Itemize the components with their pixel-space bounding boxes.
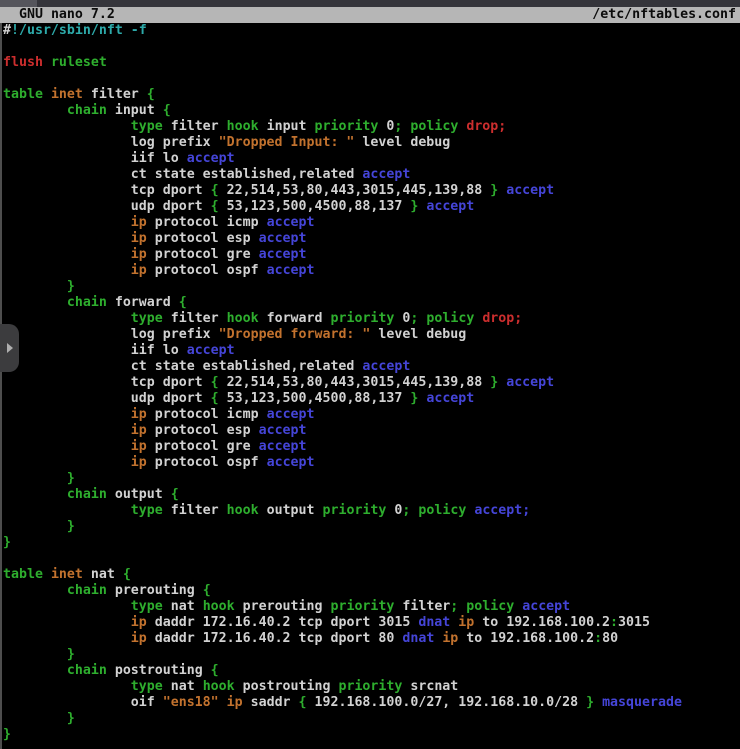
- sidebar-toggle-handle[interactable]: [0, 324, 19, 372]
- code-line[interactable]: type filter hook output priority 0; poli…: [3, 503, 740, 519]
- code-line[interactable]: chain postrouting {: [3, 663, 740, 679]
- code-line[interactable]: ct state established,related accept: [3, 167, 740, 183]
- chevron-right-icon: [7, 343, 13, 353]
- code-line[interactable]: #!/usr/sbin/nft -f: [3, 23, 740, 39]
- code-line[interactable]: }: [3, 711, 740, 727]
- code-line[interactable]: ct state established,related accept: [3, 359, 740, 375]
- code-line[interactable]: [3, 39, 740, 55]
- code-line[interactable]: ip protocol esp accept: [3, 423, 740, 439]
- code-line[interactable]: }: [3, 647, 740, 663]
- code-line[interactable]: [3, 551, 740, 567]
- code-line[interactable]: ip protocol gre accept: [3, 247, 740, 263]
- code-line[interactable]: type filter hook input priority 0; polic…: [3, 119, 740, 135]
- code-line[interactable]: ip protocol esp accept: [3, 231, 740, 247]
- code-line[interactable]: ip protocol gre accept: [3, 439, 740, 455]
- code-line[interactable]: ip protocol ospf accept: [3, 455, 740, 471]
- code-line[interactable]: }: [3, 535, 740, 551]
- code-line[interactable]: ip daddr 172.16.40.2 tcp dport 80 dnat i…: [3, 631, 740, 647]
- code-line[interactable]: chain forward {: [3, 295, 740, 311]
- open-file-path-label: /etc/nftables.conf: [592, 7, 740, 23]
- code-line[interactable]: [3, 71, 740, 87]
- code-line[interactable]: chain prerouting {: [3, 583, 740, 599]
- window-top-strip-tab: [0, 0, 37, 7]
- code-line[interactable]: udp dport { 53,123,500,4500,88,137 } acc…: [3, 391, 740, 407]
- editor-content[interactable]: #!/usr/sbin/nft -f flush ruleset table ine…: [0, 23, 740, 743]
- code-line[interactable]: type nat hook prerouting priority filter…: [3, 599, 740, 615]
- code-line[interactable]: chain input {: [3, 103, 740, 119]
- code-line[interactable]: ip daddr 172.16.40.2 tcp dport 3015 dnat…: [3, 615, 740, 631]
- code-line[interactable]: type filter hook forward priority 0; pol…: [3, 311, 740, 327]
- window-top-strip: [0, 0, 740, 7]
- code-line[interactable]: udp dport { 53,123,500,4500,88,137 } acc…: [3, 199, 740, 215]
- nano-version-label: GNU nano 7.2: [0, 7, 115, 23]
- terminal-window: GNU nano 7.2 /etc/nftables.conf #!/usr/s…: [0, 0, 740, 749]
- code-line[interactable]: ip protocol icmp accept: [3, 407, 740, 423]
- code-line[interactable]: log prefix "Dropped Input: " level debug: [3, 135, 740, 151]
- code-line[interactable]: }: [3, 471, 740, 487]
- code-line[interactable]: }: [3, 727, 740, 743]
- code-line[interactable]: flush ruleset: [3, 55, 740, 71]
- code-line[interactable]: iif lo accept: [3, 151, 740, 167]
- code-line[interactable]: }: [3, 519, 740, 535]
- code-line[interactable]: chain output {: [3, 487, 740, 503]
- code-line[interactable]: iif lo accept: [3, 343, 740, 359]
- code-line[interactable]: type nat hook postrouting priority srcna…: [3, 679, 740, 695]
- code-line[interactable]: tcp dport { 22,514,53,80,443,3015,445,13…: [3, 375, 740, 391]
- code-line[interactable]: oif "ens18" ip saddr { 192.168.100.0/27,…: [3, 695, 740, 711]
- code-line[interactable]: tcp dport { 22,514,53,80,443,3015,445,13…: [3, 183, 740, 199]
- code-line[interactable]: }: [3, 279, 740, 295]
- code-line[interactable]: table inet filter {: [3, 87, 740, 103]
- code-line[interactable]: ip protocol ospf accept: [3, 263, 740, 279]
- code-line[interactable]: table inet nat {: [3, 567, 740, 583]
- code-line[interactable]: log prefix "Dropped forward: " level deb…: [3, 327, 740, 343]
- nano-titlebar: GNU nano 7.2 /etc/nftables.conf: [0, 7, 740, 23]
- code-line[interactable]: ip protocol icmp accept: [3, 215, 740, 231]
